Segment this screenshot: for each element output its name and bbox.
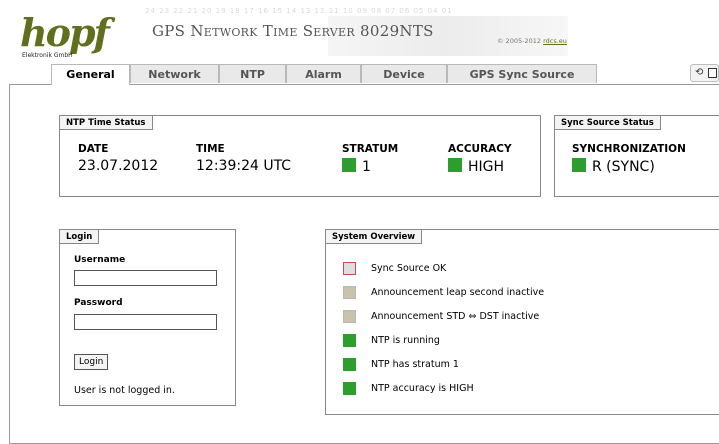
synchronization-value: R (SYNC) [572,158,655,175]
status-indicator-red-outline [343,262,356,275]
time-value: 12:39:24 UTC [196,158,292,174]
panel-title-sync-source-status: Sync Source Status [554,115,661,130]
overview-item-text: NTP is running [371,335,440,346]
new-window-icon[interactable] [708,68,717,78]
status-indicator-inactive [343,310,356,323]
synchronization-label: SYNCHRONIZATION [572,143,686,155]
accuracy-value: HIGH [448,158,504,175]
accuracy-text: HIGH [468,159,505,175]
panel-title-login: Login [59,229,100,244]
login-panel: Login Username Password Login User is no… [59,229,236,406]
logo-wordmark: hopf [20,10,110,55]
tab-ntp[interactable]: NTP [219,64,286,83]
overview-item-text: NTP has stratum 1 [371,359,459,370]
login-status-text: User is not logged in. [74,385,175,396]
overview-item-text: Announcement STD ⇔ DST inactive [371,311,540,322]
stratum-label: STRATUM [342,143,399,155]
tab-alarm[interactable]: Alarm [286,64,361,83]
password-label: Password [74,298,123,308]
tab-gps-sync-source[interactable]: GPS Sync Source [447,64,597,83]
system-overview-panel: System Overview Sync Source OK Announcem… [325,229,719,415]
username-label: Username [74,255,126,265]
tab-general[interactable]: General [51,64,130,85]
overview-item-text: Sync Source OK [371,263,447,274]
status-indicator-ok [343,334,356,347]
stratum-status-indicator [342,158,356,172]
panel-title-system-overview: System Overview [325,229,423,244]
status-indicator-ok [343,382,356,395]
sync-status-indicator [572,158,586,172]
overview-item-text: Announcement leap second inactive [371,287,545,298]
copyright-text: © 2005-2012 [497,37,541,45]
stratum-number: 1 [362,159,371,175]
sync-source-status-panel: Sync Source Status SYNCHRONIZATION R (SY… [554,115,719,197]
main-content: NTP Time Status DATE 23.07.2012 TIME 12:… [9,84,719,444]
password-input[interactable] [74,314,217,330]
copyright: © 2005-2012 rdcs.eu [497,37,567,45]
copyright-link[interactable]: rdcs.eu [543,37,567,45]
refresh-icon[interactable]: ⟲ [695,68,703,78]
hopf-logo: hopf Elektronik GmbH [20,10,112,60]
overview-item-text: NTP accuracy is HIGH [371,383,474,394]
sync-text: R (SYNC) [592,159,655,175]
login-button[interactable]: Login [74,354,109,370]
logo-subtext: Elektronik GmbH [22,52,73,59]
username-input[interactable] [74,270,217,286]
stratum-value: 1 [342,158,371,175]
tab-network[interactable]: Network [130,64,219,83]
status-indicator-ok [343,358,356,371]
accuracy-label: ACCURACY [448,143,512,155]
time-label: TIME [196,143,225,155]
date-value: 23.07.2012 [78,158,159,174]
accuracy-status-indicator [448,158,462,172]
ntp-time-status-panel: NTP Time Status DATE 23.07.2012 TIME 12:… [59,115,541,197]
status-indicator-inactive [343,286,356,299]
tab-device[interactable]: Device [361,64,447,83]
top-right-controls: ⟲ [690,64,719,82]
date-label: DATE [78,143,109,155]
app-title: GPS Network Time Server 8029NTS [152,22,434,40]
header: hopf Elektronik GmbH 24 23 22 21 20 19 1… [0,0,719,65]
panel-title-ntp-time-status: NTP Time Status [59,115,153,130]
